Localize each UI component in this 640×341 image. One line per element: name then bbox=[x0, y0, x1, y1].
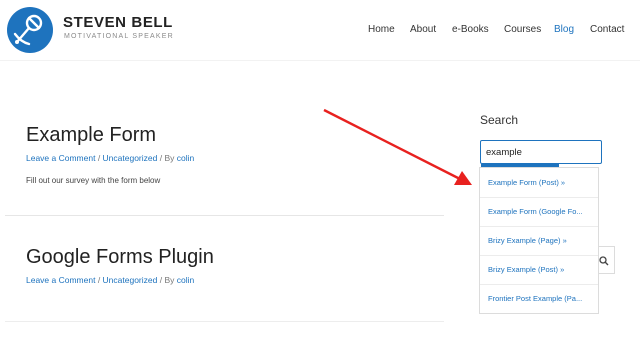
annotation-arrow-icon bbox=[323, 108, 472, 185]
search-input[interactable] bbox=[480, 140, 602, 164]
autocomplete-item[interactable]: Example Form (Post) » bbox=[480, 168, 598, 197]
category-link[interactable]: Uncategorized bbox=[103, 275, 158, 285]
post-divider bbox=[5, 215, 444, 216]
post-excerpt: Fill out our survey with the form below bbox=[26, 176, 161, 185]
post-title[interactable]: Google Forms Plugin bbox=[26, 246, 214, 269]
nav-ebooks[interactable]: e-Books bbox=[452, 24, 489, 35]
search-icon bbox=[599, 256, 609, 266]
autocomplete-item[interactable]: Example Form (Google Fo... bbox=[480, 197, 598, 226]
meta-by: / By bbox=[157, 153, 177, 163]
author-link[interactable]: colin bbox=[177, 153, 194, 163]
comment-link[interactable]: Leave a Comment bbox=[26, 153, 95, 163]
autocomplete-item[interactable]: Brizy Example (Post) » bbox=[480, 255, 598, 284]
microphone-logo-icon[interactable] bbox=[6, 6, 54, 54]
nav-contact[interactable]: Contact bbox=[590, 24, 624, 35]
autocomplete-dropdown: Example Form (Post) » Example Form (Goog… bbox=[479, 167, 599, 314]
autocomplete-item[interactable]: Frontier Post Example (Pa... bbox=[480, 284, 598, 313]
meta-separator: / bbox=[95, 275, 103, 285]
comment-link[interactable]: Leave a Comment bbox=[26, 275, 95, 285]
post-divider bbox=[5, 321, 444, 322]
nav-courses[interactable]: Courses bbox=[504, 24, 541, 35]
nav-blog[interactable]: Blog bbox=[554, 24, 574, 35]
brand-tagline: MOTIVATIONAL SPEAKER bbox=[64, 33, 174, 40]
site-header: STEVEN BELL MOTIVATIONAL SPEAKER Home Ab… bbox=[0, 0, 640, 61]
search-button[interactable] bbox=[599, 246, 615, 274]
meta-separator: / bbox=[95, 153, 103, 163]
post-meta: Leave a Comment / Uncategorized / By col… bbox=[26, 153, 194, 163]
category-link[interactable]: Uncategorized bbox=[103, 153, 158, 163]
nav-about[interactable]: About bbox=[410, 24, 436, 35]
author-link[interactable]: colin bbox=[177, 275, 194, 285]
meta-by: / By bbox=[157, 275, 177, 285]
post-title[interactable]: Example Form bbox=[26, 124, 156, 147]
brand-name[interactable]: STEVEN BELL bbox=[63, 14, 173, 31]
autocomplete-item[interactable]: Brizy Example (Page) » bbox=[480, 226, 598, 255]
post-meta: Leave a Comment / Uncategorized / By col… bbox=[26, 275, 194, 285]
nav-home[interactable]: Home bbox=[368, 24, 395, 35]
search-widget-title: Search bbox=[480, 113, 519, 127]
